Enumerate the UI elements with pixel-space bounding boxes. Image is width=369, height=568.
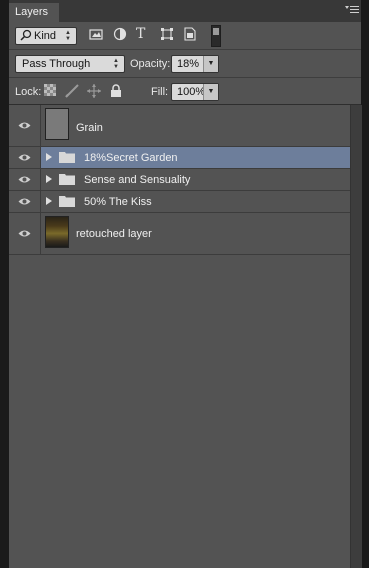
stepper-arrows-icon: ▲ ▼ (113, 58, 119, 70)
fill-value: 100% (177, 86, 206, 98)
layer-content: 18%Secret Garden (41, 147, 350, 168)
folder-icon (59, 196, 75, 207)
layer-content: Sense and Sensuality (41, 169, 350, 190)
blend-row: Pass Through ▲ ▼ Opacity: 18% ▼ (9, 50, 361, 78)
tab-layers[interactable]: Layers (9, 3, 59, 22)
layers-scrollbar[interactable] (350, 105, 362, 568)
layers-panel: Layers Kind ▲ ▼ T Pass Through ▲ ▼ Opaci… (9, 0, 362, 568)
kind-filter-label: Kind (34, 30, 57, 42)
layer-content: Grain (41, 105, 350, 146)
kind-filter-select[interactable]: Kind ▲ ▼ (15, 27, 77, 45)
layer-row-sense-and-sensuality[interactable]: Sense and Sensuality (9, 169, 350, 191)
visibility-cell[interactable] (9, 147, 41, 168)
layer-thumbnail (45, 108, 69, 140)
eye-icon[interactable] (18, 229, 31, 238)
expand-arrow-icon[interactable] (46, 153, 52, 161)
fill-field[interactable]: 100% ▼ (171, 83, 219, 101)
layer-row-retouched[interactable]: retouched layer (9, 213, 350, 255)
layer-name: Sense and Sensuality (84, 174, 191, 186)
layer-name: 50% The Kiss (84, 196, 152, 208)
chevron-down-icon[interactable]: ▼ (203, 84, 218, 100)
layer-content: retouched layer (41, 213, 350, 254)
opacity-field[interactable]: 18% ▼ (171, 55, 219, 73)
toggle-knob (213, 28, 219, 35)
layers-empty-area (9, 255, 350, 568)
visibility-cell[interactable] (9, 191, 41, 212)
filter-toggle-switch[interactable] (211, 25, 221, 47)
eye-icon[interactable] (18, 197, 31, 206)
panel-tab-bar: Layers (9, 0, 361, 22)
layer-name: 18%Secret Garden (84, 152, 178, 164)
layer-thumbnail (45, 216, 69, 248)
lock-position-icon[interactable] (87, 84, 101, 98)
layer-row-secret-garden[interactable]: 18%Secret Garden (9, 147, 350, 169)
expand-arrow-icon[interactable] (46, 175, 52, 183)
layer-row-grain[interactable]: Grain (9, 105, 350, 147)
smart-object-filter-icon[interactable] (183, 27, 197, 41)
visibility-cell[interactable] (9, 213, 41, 254)
stepper-arrows-icon: ▲ ▼ (65, 30, 71, 42)
visibility-cell[interactable] (9, 169, 41, 190)
fill-label: Fill: (151, 86, 169, 98)
layer-name: Grain (76, 122, 103, 134)
filter-row: Kind ▲ ▼ T (9, 22, 361, 50)
blend-mode-value: Pass Through (22, 58, 91, 70)
lock-row: Lock: Fill: 100% ▼ (9, 78, 361, 105)
opacity-label: Opacity: (130, 58, 171, 70)
search-icon (20, 29, 32, 47)
folder-icon (59, 174, 75, 185)
panel-menu-icon[interactable] (345, 5, 359, 17)
lock-all-icon[interactable] (110, 84, 124, 98)
visibility-cell[interactable] (9, 105, 41, 146)
layer-row-the-kiss[interactable]: 50% The Kiss (9, 191, 350, 213)
adjustment-layer-filter-icon[interactable] (113, 27, 127, 41)
lock-label: Lock: (15, 86, 42, 98)
type-layer-filter-icon[interactable]: T (136, 27, 150, 41)
eye-icon[interactable] (18, 121, 31, 130)
folder-icon (59, 152, 75, 163)
layer-content: 50% The Kiss (41, 191, 350, 212)
lock-image-pixels-icon[interactable] (64, 84, 79, 98)
pixel-layer-filter-icon[interactable] (89, 27, 103, 41)
opacity-value: 18% (177, 58, 200, 70)
eye-icon[interactable] (18, 153, 31, 162)
chevron-down-icon[interactable]: ▼ (203, 56, 218, 72)
eye-icon[interactable] (18, 175, 31, 184)
expand-arrow-icon[interactable] (46, 197, 52, 205)
shape-layer-filter-icon[interactable] (160, 27, 174, 41)
lock-transparent-pixels-icon[interactable] (44, 84, 58, 98)
blend-mode-select[interactable]: Pass Through ▲ ▼ (15, 55, 125, 73)
layer-name: retouched layer (76, 228, 152, 240)
